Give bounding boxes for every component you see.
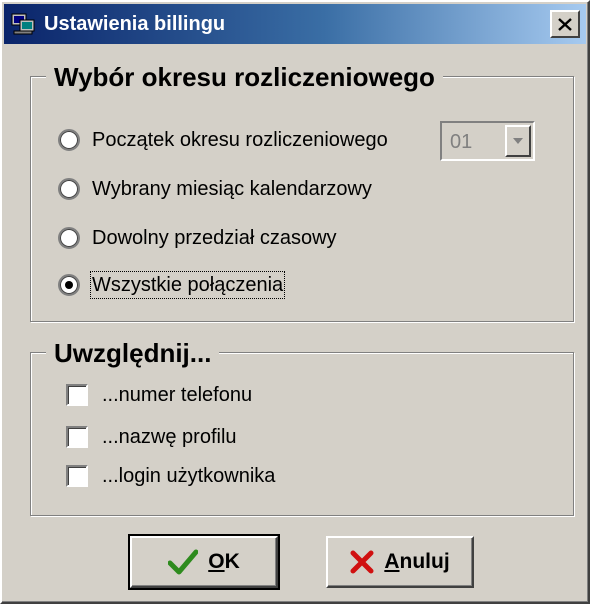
radio-period-start-label: Początek okresu rozliczeniowego: [92, 129, 388, 151]
cancel-button[interactable]: Anuluj: [326, 536, 474, 588]
checkbox-phone-number-label: ...numer telefonu: [102, 384, 253, 406]
radio-button-selected-icon: [58, 274, 80, 296]
radio-custom-range-label: Dowolny przedział czasowy: [92, 227, 337, 249]
checkbox-user-login[interactable]: ...login użytkownika: [66, 461, 275, 491]
ok-button-label: OK: [208, 550, 240, 573]
include-group-title: Uwzględnij...: [46, 338, 220, 368]
period-group-title: Wybór okresu rozliczeniowego: [46, 62, 443, 92]
checkbox-profile-name[interactable]: ...nazwę profilu: [66, 422, 237, 452]
checkmark-icon: [168, 549, 199, 575]
dropdown-arrow-icon: [513, 138, 523, 144]
radio-button-icon: [58, 129, 80, 151]
radio-calendar-month[interactable]: Wybrany miesiąc kalendarzowy: [58, 174, 372, 204]
title-bar[interactable]: Ustawienia billingu: [4, 4, 586, 44]
day-select-dropdown-button[interactable]: [505, 125, 531, 157]
radio-button-icon: [58, 227, 80, 249]
close-icon: [558, 17, 572, 31]
checkbox-user-login-label: ...login użytkownika: [102, 465, 276, 487]
radio-period-start[interactable]: Początek okresu rozliczeniowego: [58, 125, 388, 155]
computer-icon: [11, 13, 35, 35]
radio-all-calls-label: Wszystkie połączenia: [89, 271, 286, 299]
x-icon: [350, 550, 374, 574]
cancel-button-label: Anuluj: [384, 550, 450, 573]
radio-custom-range[interactable]: Dowolny przedział czasowy: [58, 223, 337, 253]
ok-button[interactable]: OK: [128, 534, 280, 590]
checkbox-icon: [66, 384, 88, 406]
billing-settings-dialog: Ustawienia billingu Wybór okresu rozlicz…: [0, 0, 590, 604]
day-select[interactable]: 01: [440, 121, 535, 161]
checkbox-phone-number[interactable]: ...numer telefonu: [66, 380, 252, 410]
radio-calendar-month-label: Wybrany miesiąc kalendarzowy: [92, 178, 372, 200]
close-button[interactable]: [550, 10, 580, 38]
checkbox-icon: [66, 465, 88, 487]
radio-button-icon: [58, 178, 80, 200]
radio-all-calls[interactable]: Wszystkie połączenia: [58, 270, 286, 300]
day-select-value: 01: [450, 131, 473, 153]
window-title: Ustawienia billingu: [44, 13, 226, 35]
checkbox-icon: [66, 426, 88, 448]
checkbox-profile-name-label: ...nazwę profilu: [102, 426, 237, 448]
